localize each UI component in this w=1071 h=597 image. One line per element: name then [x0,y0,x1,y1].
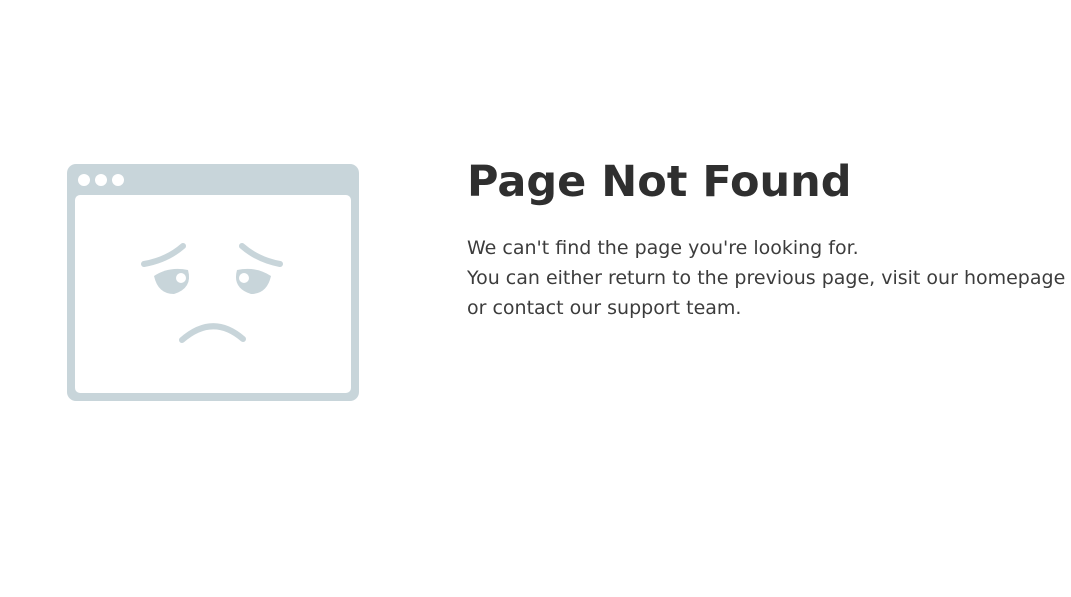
message-line-2: You can either return to the previous pa… [467,267,1066,289]
error-message: We can't find the page you're looking fo… [467,233,1066,323]
not-found-page: Page Not Found We can't find the page yo… [0,0,1071,597]
message-line-1: We can't find the page you're looking fo… [467,237,859,259]
page-title: Page Not Found [467,157,852,207]
error-content: Page Not Found We can't find the page yo… [467,155,1066,323]
sad-browser-window-icon [67,164,359,401]
message-line-3: or contact our support team. [467,297,742,319]
